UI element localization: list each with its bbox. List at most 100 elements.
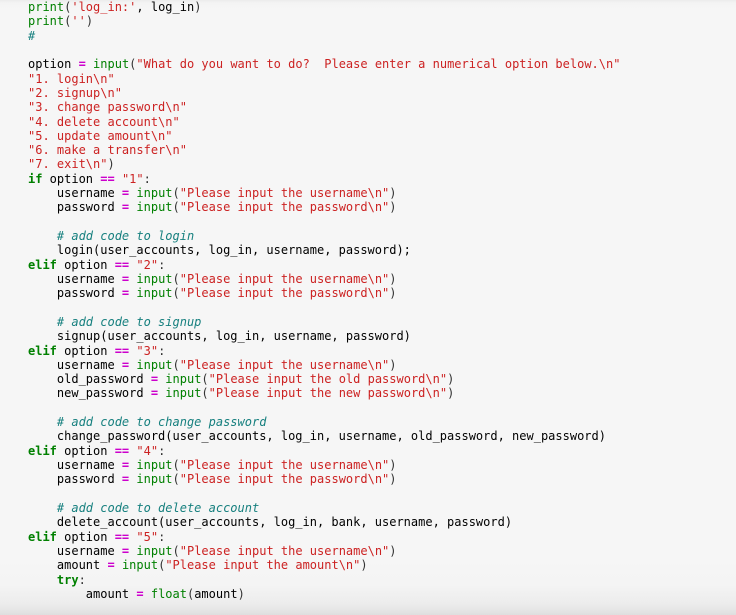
code-token-builtin: input <box>165 386 202 401</box>
code-token-builtin: input <box>136 271 173 286</box>
code-token-string: "3. change password\n" <box>28 100 187 115</box>
code-line: amount = input("Please input the amount\… <box>28 558 620 572</box>
code-token-comment: # add code to delete account <box>28 500 260 515</box>
code-token-punctuation: ) <box>389 357 397 372</box>
code-token-identifier: password <box>28 472 122 487</box>
code-line: try: <box>28 573 620 587</box>
code-token-punctuation: : <box>158 257 166 272</box>
code-token-identifier: option <box>28 57 79 72</box>
code-line: option = input("What do you want to do? … <box>28 57 620 71</box>
code-token-punctuation: ) <box>389 472 397 487</box>
code-token-punctuation: ) <box>389 543 397 558</box>
code-token-identifier: option <box>56 443 115 458</box>
code-token-punctuation: ) <box>389 458 397 472</box>
code-token-string: "Please input the username\n" <box>179 543 390 558</box>
code-token-identifier: option <box>56 343 115 358</box>
code-line: old_password = input("Please input the o… <box>28 372 620 386</box>
code-token-punctuation: ) <box>389 271 397 286</box>
code-token-punctuation: : <box>158 443 166 458</box>
code-line: "6. make a transfer\n" <box>28 143 620 157</box>
code-token-operator: == <box>114 343 130 358</box>
code-token-identifier: option <box>56 257 115 272</box>
code-token-identifier: password <box>28 286 122 301</box>
code-token-string: "Please input the username\n" <box>179 458 390 472</box>
code-token-comment: # add code to change password <box>28 415 267 430</box>
code-token-operator: = <box>136 586 144 601</box>
code-token-string: "4. delete account\n" <box>28 114 180 129</box>
code-token-builtin: input <box>136 357 173 372</box>
code-token-punctuation: ( <box>172 543 180 558</box>
code-token-punctuation: ( <box>172 458 180 472</box>
code-token-identifier: amount <box>28 558 108 573</box>
code-token-keyword: elif <box>28 257 57 272</box>
code-token-builtin: input <box>165 372 202 387</box>
code-line: # add code to login <box>28 229 620 243</box>
code-token-punctuation: ( <box>172 472 180 487</box>
code-token-string: "1" <box>121 171 144 186</box>
code-token-operator: = <box>150 386 159 401</box>
code-token-builtin: input <box>136 472 173 487</box>
code-token-builtin: print <box>28 14 65 29</box>
code-token-identifier: amount <box>28 586 137 601</box>
code-token-builtin: float <box>150 586 187 601</box>
code-token-string: '' <box>71 14 86 29</box>
code-token-identifier: password <box>28 200 122 215</box>
code-token-builtin: input <box>136 186 173 201</box>
code-token-punctuation: : <box>143 171 151 186</box>
code-token-comment: # <box>28 28 36 43</box>
code-token-punctuation: ) <box>194 0 202 14</box>
code-token-string: "What do you want to do? Please enter a … <box>136 57 621 72</box>
code-token-identifier <box>28 573 57 587</box>
code-line: username = input("Please input the usern… <box>28 544 620 558</box>
code-token-string: "Please input the new password\n" <box>208 386 448 401</box>
code-line: print('log_in:', log_in) <box>28 0 620 14</box>
code-token-operator: = <box>78 57 86 72</box>
code-line: login(user_accounts, log_in, username, p… <box>28 243 620 257</box>
code-token-string: 'log_in:' <box>71 0 137 14</box>
code-token-punctuation: ( <box>172 200 180 215</box>
code-token-string: "3" <box>136 343 159 358</box>
code-token-identifier: username <box>28 186 122 201</box>
code-token-punctuation: ) <box>107 157 115 172</box>
code-token-operator: == <box>114 257 130 272</box>
code-line: delete_account(user_accounts, log_in, ba… <box>28 515 620 529</box>
code-token-string: "Please input the amount\n" <box>165 558 361 573</box>
code-token-identifier: username <box>28 458 122 472</box>
code-token-keyword: try <box>56 572 79 587</box>
code-line: change_password(user_accounts, log_in, u… <box>28 429 620 443</box>
code-token-operator: = <box>150 372 159 387</box>
code-line: elif option == "4": <box>28 444 620 458</box>
code-token-identifier: login(user_accounts, log_in, username, p… <box>28 243 411 258</box>
code-token-identifier <box>86 57 93 71</box>
code-token-string: "1. login\n" <box>28 71 115 86</box>
code-token-punctuation: ) <box>389 186 397 201</box>
code-token-string: "Please input the password\n" <box>179 286 390 301</box>
code-token-operator: == <box>114 529 130 544</box>
code-editor-surface: print('log_in:', log_in) print ( '') # optio… <box>0 0 736 615</box>
code-token-identifier: old_password <box>28 372 151 387</box>
code-line: password = input("Please input the passw… <box>28 472 620 486</box>
code-token-builtin: input <box>93 57 130 72</box>
code-token-identifier: delete_account(user_accounts, log_in, ba… <box>28 515 513 530</box>
code-line: elif option == "5": <box>28 530 620 544</box>
code-token-punctuation: ) <box>237 586 245 601</box>
code-line: "2. signup\n" <box>28 86 620 100</box>
code-line: elif option == "3": <box>28 344 620 358</box>
code-token-operator: = <box>107 558 115 573</box>
code-token-keyword: elif <box>28 343 57 358</box>
code-token-punctuation: ( <box>172 357 180 372</box>
code-token-identifier <box>115 172 122 186</box>
code-line: if option == "1": <box>28 172 620 186</box>
code-token-builtin: input <box>136 543 173 558</box>
code-token-identifier: signup(user_accounts, log_in, username, … <box>28 329 411 344</box>
code-token-identifier: option <box>42 171 101 186</box>
code-token-punctuation: ( <box>201 372 209 387</box>
code-line: username = input("Please input the usern… <box>28 358 620 372</box>
source-code-block[interactable]: print('log_in:', log_in) print ( '') # optio… <box>28 0 620 615</box>
code-token-string: "Please input the username\n" <box>179 357 390 372</box>
code-token-comment: # add code to signup <box>28 314 202 329</box>
code-line: "3. change password\n" <box>28 100 620 114</box>
